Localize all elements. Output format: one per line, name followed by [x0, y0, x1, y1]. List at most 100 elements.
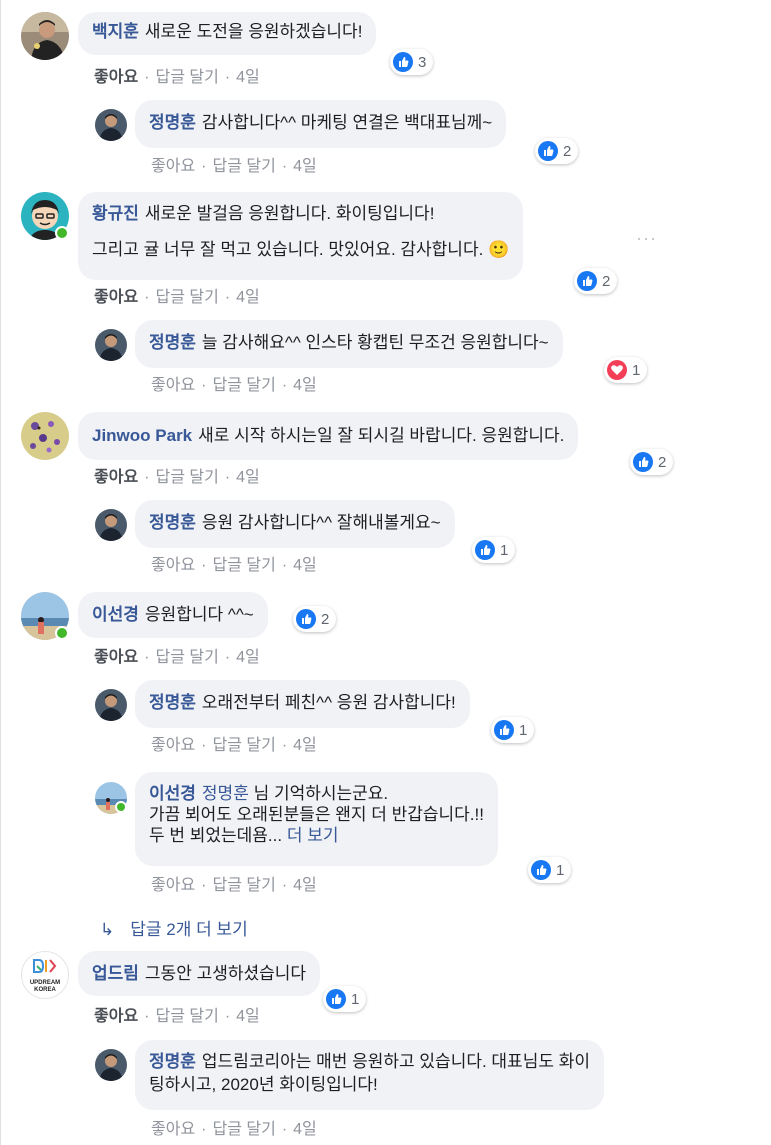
like-button[interactable]: 좋아요 [151, 557, 195, 574]
online-status-icon [55, 626, 69, 640]
more-options-icon[interactable]: ··· [636, 228, 657, 249]
like-icon [494, 720, 514, 740]
avatar[interactable] [95, 109, 127, 141]
reply-text-line1: 업드림코리아는 매번 응원하고 있습니다. 대표님도 화이 [201, 1052, 590, 1071]
avatar-photo [95, 509, 127, 541]
reply-text-line3: 두 번 뵈었는데욤... [149, 826, 283, 845]
comment-bubble: 업드림 그동안 고생하셨습니다 [78, 951, 321, 996]
comment-author[interactable]: 백지훈 [92, 22, 139, 41]
comment-author[interactable]: 업드림 [92, 964, 139, 983]
comment-bubble: 황규진 새로운 발걸음 응원합니다. 화이팅입니다! 그리고 귤 너무 잘 먹고 … [78, 192, 524, 280]
reply-author[interactable]: 정명훈 [149, 113, 196, 132]
reply-button[interactable]: 답글 달기 [213, 737, 276, 754]
timestamp[interactable]: 4일 [293, 877, 317, 894]
timestamp[interactable]: 4일 [236, 469, 260, 486]
comment-bubble: Jinwoo Park 새로 시작 하시는일 잘 되시길 바랍니다. 응원합니다. [78, 412, 579, 460]
like-icon [531, 860, 551, 880]
timestamp[interactable]: 4일 [236, 649, 260, 666]
comment-text: 그동안 고생하셨습니다 [144, 964, 307, 983]
reaction-number: 1 [500, 541, 509, 559]
timestamp[interactable]: 4일 [293, 737, 317, 754]
timestamp[interactable]: 4일 [236, 289, 260, 306]
reaction-count[interactable]: 2 [574, 268, 618, 294]
reaction-count[interactable]: 2 [293, 606, 337, 632]
like-button[interactable]: 좋아요 [94, 69, 138, 86]
reply-button[interactable]: 답글 달기 [156, 649, 219, 666]
like-button[interactable]: 좋아요 [94, 289, 138, 306]
reply-button[interactable]: 답글 달기 [213, 377, 276, 394]
reaction-count[interactable]: 2 [630, 449, 674, 475]
comment-author[interactable]: 황규진 [92, 204, 139, 223]
avatar[interactable] [95, 1049, 127, 1081]
like-button[interactable]: 좋아요 [151, 1121, 195, 1138]
avatar[interactable] [95, 509, 127, 541]
comment-author[interactable]: Jinwoo Park [92, 426, 192, 445]
comment-author[interactable]: 이선경 [92, 605, 139, 624]
reaction-count[interactable]: 2 [535, 138, 579, 164]
reply-actions: 좋아요 · 답글 달기 · 4일 [151, 737, 317, 754]
reaction-count[interactable]: 1 [491, 717, 535, 743]
avatar[interactable] [21, 12, 69, 60]
like-button[interactable]: 좋아요 [151, 877, 195, 894]
reply-author[interactable]: 정명훈 [149, 333, 196, 352]
reply-author[interactable]: 정명훈 [149, 513, 196, 532]
timestamp[interactable]: 4일 [293, 158, 317, 175]
reply-bubble: 정명훈 감사합니다^^ 마케팅 연결은 백대표님께~ [135, 100, 507, 148]
reaction-count[interactable]: 3 [390, 49, 434, 75]
reply-actions: 좋아요 · 답글 달기 · 4일 [151, 557, 317, 574]
reply-text-line2: 가끔 뵈어도 오래된분들은 왠지 더 반갑습니다.!! [149, 805, 484, 824]
online-status-icon [115, 801, 127, 813]
avatar[interactable] [95, 329, 127, 361]
like-icon [475, 540, 495, 560]
reply-actions: 좋아요 · 답글 달기 · 4일 [151, 158, 317, 175]
view-more-replies-link[interactable]: ↳ 답글 2개 더 보기 [100, 915, 248, 940]
timestamp[interactable]: 4일 [293, 377, 317, 394]
reply-button[interactable]: 답글 달기 [213, 1121, 276, 1138]
reply-actions: 좋아요 · 답글 달기 · 4일 [151, 877, 317, 894]
reply-button[interactable]: 답글 달기 [156, 69, 219, 86]
reaction-count[interactable]: 1 [604, 357, 648, 383]
reply-button[interactable]: 답글 달기 [156, 1008, 219, 1025]
like-icon [393, 52, 413, 72]
reply-author[interactable]: 이선경 [149, 784, 196, 803]
reaction-count[interactable]: 1 [528, 857, 572, 883]
reply-author[interactable]: 정명훈 [149, 693, 196, 712]
comment-actions: 좋아요 · 답글 달기 · 4일 [94, 469, 260, 486]
reaction-number: 1 [556, 861, 565, 879]
reaction-count[interactable]: 1 [323, 986, 367, 1012]
reply-author[interactable]: 정명훈 [149, 1052, 196, 1071]
reply-bubble: 정명훈 업드림코리아는 매번 응원하고 있습니다. 대표님도 화이 팅하시고, 2… [135, 1040, 604, 1110]
timestamp[interactable]: 4일 [236, 69, 260, 86]
reply-button[interactable]: 답글 달기 [156, 469, 219, 486]
like-icon [577, 271, 597, 291]
comment-actions: 좋아요 · 답글 달기 · 4일 [94, 1008, 260, 1025]
reply-button[interactable]: 답글 달기 [213, 877, 276, 894]
comment-bubble: 이선경 응원합니다 ^^~ [78, 592, 268, 638]
reply-button[interactable]: 답글 달기 [213, 557, 276, 574]
reaction-number: 2 [658, 453, 667, 471]
reaction-count[interactable]: 1 [472, 537, 516, 563]
reaction-number: 3 [418, 53, 427, 71]
see-more-link[interactable]: 더 보기 [287, 826, 339, 845]
like-button[interactable]: 좋아요 [151, 737, 195, 754]
logo-text-line1: UPDREAM [29, 980, 61, 986]
like-button[interactable]: 좋아요 [94, 649, 138, 666]
timestamp[interactable]: 4일 [293, 557, 317, 574]
timestamp[interactable]: 4일 [293, 1121, 317, 1138]
like-button[interactable]: 좋아요 [94, 469, 138, 486]
reply-text: 응원 감사합니다^^ 잘해내볼게요~ [201, 513, 441, 532]
mention-link[interactable]: 정명훈 [202, 784, 249, 803]
reply-button[interactable]: 답글 달기 [213, 158, 276, 175]
like-icon [633, 452, 653, 472]
avatar[interactable] [21, 412, 69, 460]
like-button[interactable]: 좋아요 [151, 158, 195, 175]
comment-text-line1: 새로운 발걸음 응원합니다. 화이팅입니다! [144, 204, 435, 223]
timestamp[interactable]: 4일 [236, 1008, 260, 1025]
reaction-number: 2 [563, 142, 572, 160]
like-button[interactable]: 좋아요 [94, 1008, 138, 1025]
like-button[interactable]: 좋아요 [151, 377, 195, 394]
reply-button[interactable]: 답글 달기 [156, 289, 219, 306]
avatar[interactable] [95, 689, 127, 721]
comment-text: 새로 시작 하시는일 잘 되시길 바랍니다. 응원합니다. [198, 426, 565, 445]
reply-text-line2: 팅하시고, 2020년 화이팅입니다! [149, 1075, 378, 1094]
